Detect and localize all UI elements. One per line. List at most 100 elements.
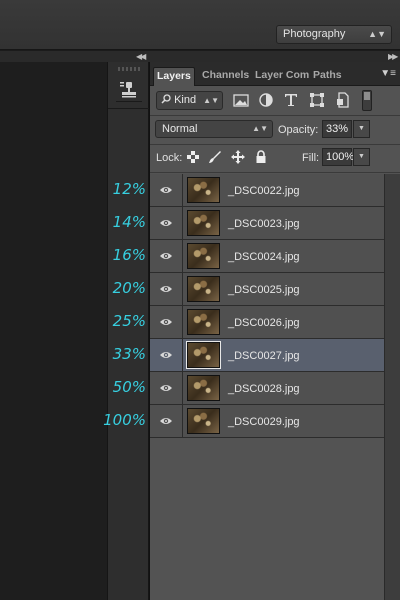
image-filter-icon[interactable] — [232, 91, 250, 109]
layer-thumbnail — [186, 341, 221, 369]
lock-transparent-icon[interactable] — [186, 150, 200, 164]
lock-paint-icon[interactable] — [208, 150, 222, 164]
zoom-annotation: 25% — [112, 312, 146, 330]
blend-mode-select[interactable]: Normal ▲▼ — [155, 120, 273, 138]
layers-list: _DSC0022.jpg _DSC0023.jpg _DSC0024.jpg _… — [150, 174, 384, 438]
fill-dropdown-button[interactable]: ▼ — [353, 148, 370, 166]
tab-layer-comps[interactable]: Layer Com — [252, 67, 312, 86]
visibility-toggle[interactable] — [150, 240, 183, 272]
zoom-annotation: 16% — [112, 246, 146, 264]
divider — [150, 144, 400, 145]
layer-name: _DSC0028.jpg — [228, 383, 300, 395]
document-canvas[interactable] — [0, 62, 107, 600]
dock-grip[interactable] — [118, 67, 140, 71]
layer-thumbnail — [187, 309, 220, 335]
icon-dock — [107, 62, 150, 600]
opacity-dropdown-button[interactable]: ▼ — [353, 120, 370, 138]
eye-icon — [160, 253, 172, 259]
stepper-arrows-icon: ▲▼ — [203, 96, 219, 105]
layer-thumbnail — [187, 210, 220, 236]
layer-thumbnail — [187, 243, 220, 269]
layer-name: _DSC0026.jpg — [228, 317, 300, 329]
layers-panel: Layers Channels Layer Com Paths ▼≡ Kind … — [150, 62, 400, 600]
zoom-annotation: 100% — [103, 411, 146, 429]
layer-row[interactable]: _DSC0029.jpg — [150, 405, 384, 438]
panel-dock-header: ◀◀ ▶▶ — [0, 51, 400, 62]
lock-all-icon[interactable] — [254, 150, 268, 164]
zoom-annotation: 50% — [112, 378, 146, 396]
tab-channels[interactable]: Channels — [199, 67, 252, 86]
expand-right-icon[interactable]: ▶▶ — [388, 51, 398, 62]
visibility-toggle[interactable] — [150, 339, 183, 371]
layer-name: _DSC0027.jpg — [228, 350, 300, 362]
fill-label: Fill: — [302, 152, 320, 164]
visibility-toggle[interactable] — [150, 372, 183, 404]
layer-filter-row: Kind ▲▼ — [150, 87, 400, 115]
layer-row[interactable]: _DSC0022.jpg — [150, 174, 384, 207]
dock-divider — [108, 108, 150, 109]
layer-thumbnail — [187, 177, 220, 203]
layer-row-selected[interactable]: _DSC0027.jpg — [150, 339, 384, 372]
visibility-toggle[interactable] — [150, 273, 183, 305]
divider — [150, 172, 400, 173]
tab-paths[interactable]: Paths — [310, 67, 345, 86]
opacity-label: Opacity: — [278, 124, 319, 136]
search-icon — [161, 94, 171, 104]
eye-icon — [160, 418, 172, 424]
lock-label: Lock: — [156, 152, 183, 164]
blend-mode-label: Normal — [162, 123, 198, 135]
eye-icon — [160, 352, 172, 358]
panel-menu-icon[interactable]: ▼≡ — [380, 68, 396, 79]
workspace-label: Photography — [283, 28, 346, 40]
stepper-arrows-icon: ▲▼ — [252, 124, 268, 133]
visibility-toggle[interactable] — [150, 306, 183, 338]
shape-filter-icon[interactable] — [308, 91, 326, 109]
smart-object-filter-icon[interactable] — [334, 91, 352, 109]
layer-thumbnail — [187, 276, 220, 302]
fill-field[interactable]: 100% — [322, 148, 354, 166]
blend-row: Normal ▲▼ Opacity: 33% ▼ — [150, 116, 400, 142]
filter-toggle-switch[interactable] — [362, 90, 372, 111]
eye-icon — [160, 385, 172, 391]
layer-name: _DSC0024.jpg — [228, 251, 300, 263]
lock-move-icon[interactable] — [231, 150, 245, 164]
type-filter-icon[interactable] — [282, 91, 300, 109]
lock-row: Lock: Fill: 100% ▼ — [150, 146, 400, 170]
collapse-left-icon[interactable]: ◀◀ — [136, 51, 146, 62]
panel-tab-bar: Layers Channels Layer Com Paths ▼≡ — [150, 62, 400, 86]
layers-empty-area — [150, 439, 384, 600]
tab-layers[interactable]: Layers — [153, 67, 195, 86]
filter-kind-label: Kind — [174, 94, 197, 106]
stepper-arrows-icon: ▲▼ — [368, 29, 386, 39]
visibility-toggle[interactable] — [150, 174, 183, 206]
adjustment-filter-icon[interactable] — [257, 91, 275, 109]
eye-icon — [160, 319, 172, 325]
layer-thumbnail — [187, 408, 220, 434]
layers-scrollbar[interactable] — [384, 174, 400, 600]
filter-kind-select[interactable]: Kind ▲▼ — [156, 91, 223, 110]
zoom-annotation: 33% — [112, 345, 146, 363]
workspace-switcher[interactable]: Photography ▲▼ — [276, 25, 392, 44]
visibility-toggle[interactable] — [150, 405, 183, 437]
eye-icon — [160, 286, 172, 292]
zoom-annotation: 14% — [112, 213, 146, 231]
visibility-toggle[interactable] — [150, 207, 183, 239]
app-options-bar: Photography ▲▼ — [0, 0, 400, 50]
zoom-annotation: 12% — [112, 180, 146, 198]
zoom-annotation: 20% — [112, 279, 146, 297]
layer-row[interactable]: _DSC0028.jpg — [150, 372, 384, 405]
layer-row[interactable]: _DSC0026.jpg — [150, 306, 384, 339]
layer-row[interactable]: _DSC0023.jpg — [150, 207, 384, 240]
layer-name: _DSC0022.jpg — [228, 185, 300, 197]
eye-icon — [160, 187, 172, 193]
layer-row[interactable]: _DSC0024.jpg — [150, 240, 384, 273]
layer-row[interactable]: _DSC0025.jpg — [150, 273, 384, 306]
opacity-field[interactable]: 33% — [322, 120, 352, 138]
layer-name: _DSC0025.jpg — [228, 284, 300, 296]
layer-name: _DSC0023.jpg — [228, 218, 300, 230]
layer-thumbnail — [187, 375, 220, 401]
layer-name: _DSC0029.jpg — [228, 416, 300, 428]
clone-source-button[interactable] — [116, 78, 142, 102]
eye-icon — [160, 220, 172, 226]
clone-stamp-icon — [120, 82, 136, 98]
